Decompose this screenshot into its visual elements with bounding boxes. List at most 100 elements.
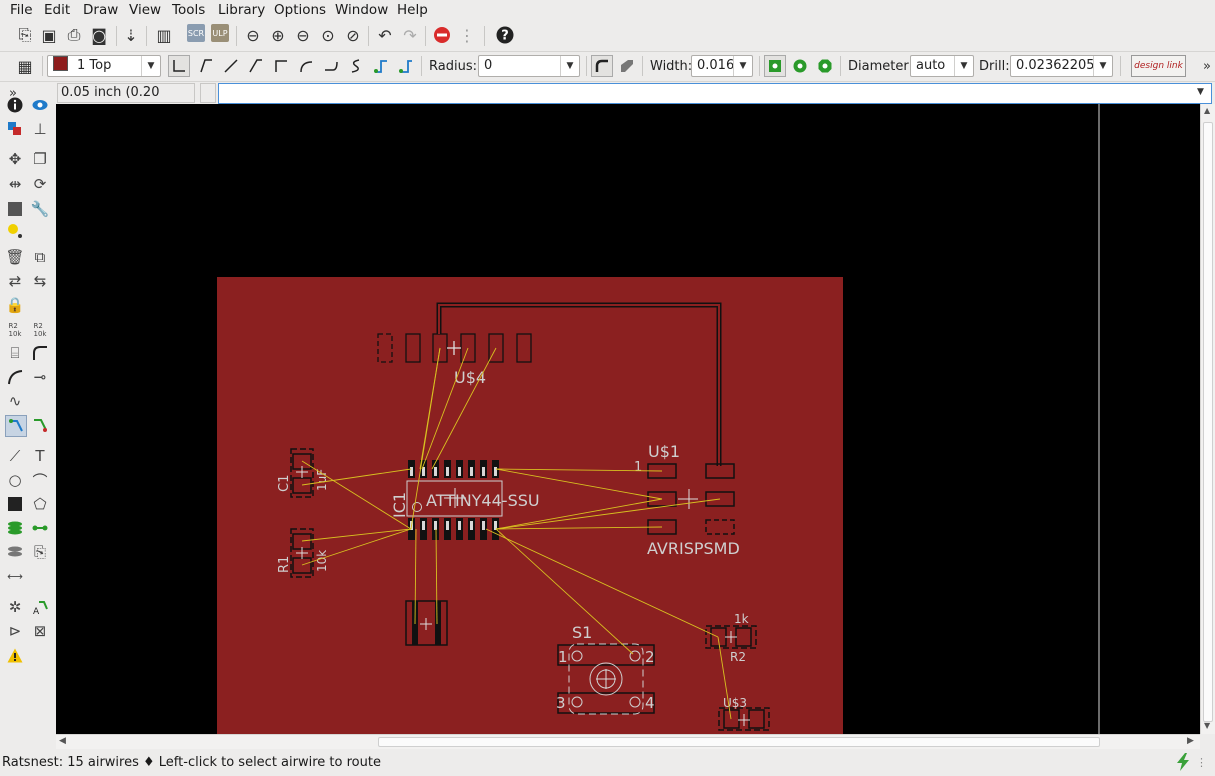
vertical-scrollbar[interactable]: ▲ ▼ xyxy=(1200,104,1215,734)
vertical-scroll-thumb[interactable] xyxy=(1203,122,1213,722)
wire-icon[interactable]: ⟋ xyxy=(5,446,25,466)
route-icon[interactable] xyxy=(5,415,27,437)
flat-cap-icon[interactable] xyxy=(616,55,638,77)
wire-bend-3-icon[interactable] xyxy=(245,55,267,77)
mirror-icon[interactable]: ⇹ xyxy=(5,174,25,194)
scroll-left-icon[interactable]: ◀ xyxy=(59,736,66,746)
info-icon[interactable] xyxy=(5,95,25,115)
menu-options[interactable]: Options xyxy=(274,2,326,18)
miter-icon[interactable] xyxy=(30,343,50,363)
ulp-icon[interactable]: ULP xyxy=(211,24,229,42)
zoom-out-icon[interactable]: ⊖ xyxy=(292,24,314,46)
polygon-icon[interactable]: ⬠ xyxy=(30,494,50,514)
radius-combo[interactable]: 0 ▼ xyxy=(478,55,580,77)
mark-icon[interactable]: ⊥ xyxy=(30,119,50,139)
open-icon[interactable]: ⎘ xyxy=(14,24,36,46)
diameter-combo[interactable]: auto ▼ xyxy=(910,55,974,77)
swap-icon[interactable]: ⇆ xyxy=(30,271,50,291)
cam-processor-icon[interactable]: ◙ xyxy=(88,24,110,46)
resize-grip-icon[interactable]: ⋮ xyxy=(1196,756,1207,769)
grid-icon[interactable]: ▦ xyxy=(14,55,36,77)
rectangle-icon[interactable] xyxy=(5,494,25,514)
smash-icon[interactable]: ⌸ xyxy=(5,343,25,363)
display-layers-icon[interactable] xyxy=(5,119,25,139)
menu-help[interactable]: Help xyxy=(397,2,428,18)
wire-bend-2-icon[interactable] xyxy=(220,55,242,77)
arc-icon[interactable]: ⌒ xyxy=(30,470,50,490)
drc-icon[interactable]: ⊳ xyxy=(5,621,25,641)
wire-follow-me-icon[interactable] xyxy=(370,55,392,77)
optimize-icon[interactable]: ⊸ xyxy=(30,367,50,387)
value-icon[interactable]: R2 10k xyxy=(30,320,50,340)
name-icon[interactable]: R2 10k xyxy=(5,320,25,340)
group-icon[interactable] xyxy=(5,199,25,219)
wire-bend-6-icon[interactable] xyxy=(320,55,342,77)
via-round-icon[interactable] xyxy=(789,55,811,77)
script-icon[interactable]: SCR xyxy=(187,24,205,42)
redo-icon[interactable]: ↷ xyxy=(399,24,421,46)
drill-combo[interactable]: 0.02362205 ▼ xyxy=(1010,55,1113,77)
layer-select[interactable]: 1 Top ▼ xyxy=(47,55,161,77)
split-icon[interactable] xyxy=(5,367,25,387)
attribute-icon[interactable]: ⎘ xyxy=(30,542,50,562)
menu-draw[interactable]: Draw xyxy=(83,2,118,18)
change-wrench-icon[interactable]: 🔧 xyxy=(30,199,50,219)
rotate-icon[interactable]: ⟳ xyxy=(30,174,50,194)
undo-icon[interactable]: ↶ xyxy=(374,24,396,46)
via-square-icon[interactable] xyxy=(764,55,786,77)
round-cap-icon[interactable] xyxy=(591,55,613,77)
designlink-button[interactable]: design link xyxy=(1131,55,1186,77)
scroll-up-icon[interactable]: ▲ xyxy=(1204,106,1210,115)
copy-icon[interactable]: ❐ xyxy=(30,149,50,169)
via-octagon-icon[interactable] xyxy=(814,55,836,77)
meander-icon[interactable]: ∿ xyxy=(5,391,25,411)
show-eye-icon[interactable] xyxy=(30,95,50,115)
circle-icon[interactable]: ○ xyxy=(5,470,25,490)
lock-icon[interactable]: 🔒 xyxy=(5,295,25,315)
hole-icon[interactable] xyxy=(5,542,25,562)
via-icon[interactable] xyxy=(5,518,25,538)
errors-icon[interactable]: ⊠ xyxy=(30,621,50,641)
dimension-icon[interactable]: ⟷ xyxy=(5,566,25,586)
scroll-right-icon[interactable]: ▶ xyxy=(1187,736,1194,746)
menu-window[interactable]: Window xyxy=(335,2,388,18)
wire-bend-5-icon[interactable] xyxy=(295,55,317,77)
command-line-input[interactable] xyxy=(218,83,1212,104)
go-icon[interactable]: ⋮ xyxy=(456,24,478,46)
add-icon[interactable]: ⧉ xyxy=(30,247,50,267)
paste-icon[interactable] xyxy=(5,221,25,241)
use-library-icon[interactable]: ⇣ xyxy=(120,24,142,46)
move-icon[interactable]: ✥ xyxy=(5,149,25,169)
stop-icon[interactable] xyxy=(431,24,453,46)
delete-icon[interactable]: 🗑 xyxy=(5,247,25,267)
ratsnest-icon[interactable]: ✲ xyxy=(5,597,25,617)
text-icon[interactable]: T xyxy=(30,446,50,466)
menu-library[interactable]: Library xyxy=(218,2,265,18)
wire-bend-7-icon[interactable] xyxy=(345,55,367,77)
horizontal-scrollbar[interactable]: ◀ ▶ xyxy=(56,734,1200,749)
signal-icon[interactable] xyxy=(30,518,50,538)
auto-route-icon[interactable]: A xyxy=(30,597,50,617)
menu-tools[interactable]: Tools xyxy=(172,2,205,18)
more-chevron-icon[interactable]: » xyxy=(1196,55,1215,77)
wire-follow-me-2-icon[interactable] xyxy=(395,55,417,77)
zoom-fit-icon[interactable]: ⊖ xyxy=(242,24,264,46)
print-icon[interactable]: ⎙ xyxy=(63,24,85,46)
coord-mode-box[interactable] xyxy=(200,83,216,103)
replace-icon[interactable]: ⇄ xyxy=(5,271,25,291)
scroll-down-icon[interactable]: ▼ xyxy=(1204,721,1210,730)
board-canvas[interactable]: U$4 U$1 1 AVRISPSMD ATTINY44-SSU IC1 C1 … xyxy=(56,104,1200,734)
horizontal-scroll-thumb[interactable] xyxy=(378,737,1100,747)
width-combo[interactable]: 0.016 ▼ xyxy=(691,55,753,77)
chevron-down-icon[interactable]: ▼ xyxy=(1197,87,1204,97)
menu-file[interactable]: File xyxy=(10,2,33,18)
wire-bend-1-icon[interactable] xyxy=(195,55,217,77)
redraw-icon[interactable]: ⊘ xyxy=(342,24,364,46)
save-icon[interactable]: ▣ xyxy=(38,24,60,46)
zoom-in-icon[interactable]: ⊕ xyxy=(267,24,289,46)
menu-edit[interactable]: Edit xyxy=(44,2,70,18)
menu-view[interactable]: View xyxy=(129,2,161,18)
lightning-icon[interactable] xyxy=(1176,753,1190,775)
zoom-select-icon[interactable]: ⊙ xyxy=(317,24,339,46)
board-layers-icon[interactable]: ▥ xyxy=(153,24,175,46)
